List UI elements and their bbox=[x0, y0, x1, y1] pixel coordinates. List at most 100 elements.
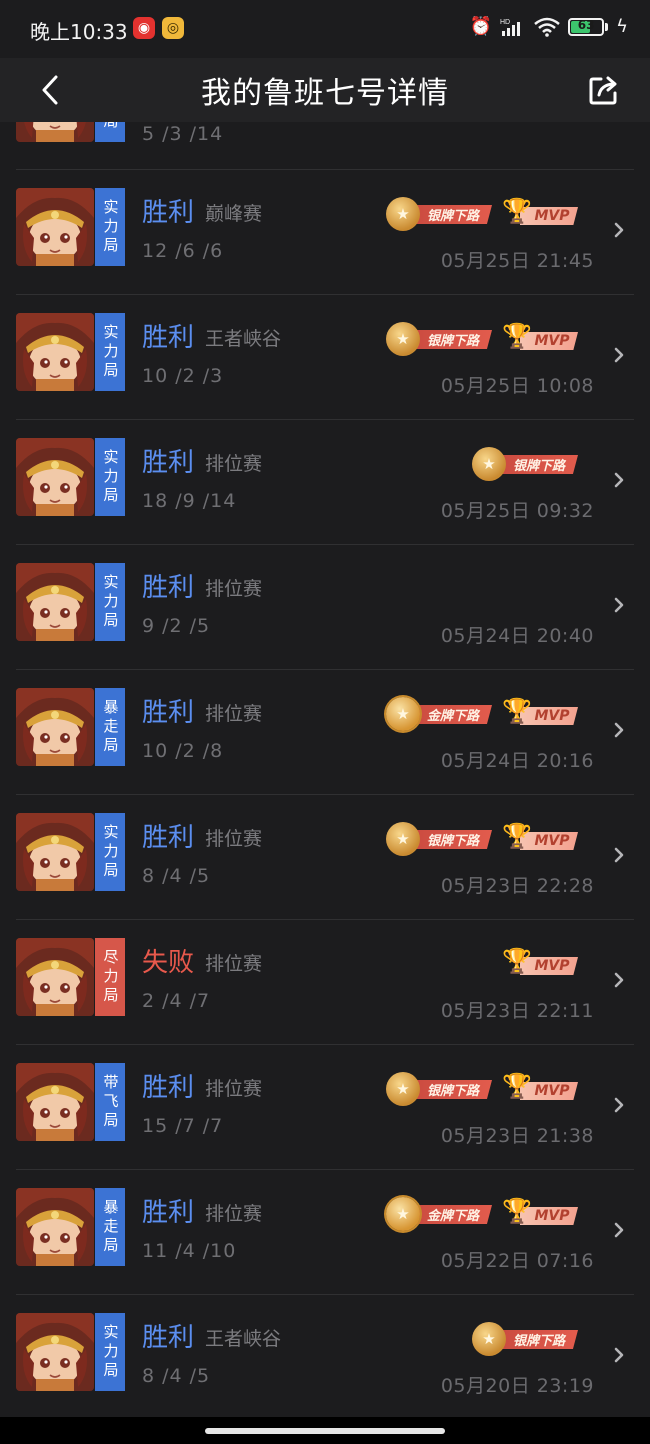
game-type: 排位赛 bbox=[205, 828, 263, 850]
match-row-0[interactable]: 实力局 5 /3 /14 05月25日 22:09 bbox=[16, 122, 634, 170]
medal-label: 银牌下路 bbox=[494, 1330, 578, 1349]
mvp-badge: 🏆 MVP bbox=[502, 322, 580, 353]
alarm-icon: ⏰ bbox=[469, 16, 493, 37]
gesture-bar bbox=[0, 1417, 650, 1444]
match-list[interactable]: 实力局 5 /3 /14 05月25日 22:09 bbox=[0, 122, 650, 1417]
game-type: 巅峰赛 bbox=[205, 203, 263, 225]
match-row-2[interactable]: 实力局 胜利 王者峡谷 10 /2 /3 ★ 银牌下路 🏆 MVP 05月25日 10… bbox=[16, 295, 634, 420]
medal-label: 银牌下路 bbox=[494, 455, 578, 474]
match-time: 05月23日 22:28 bbox=[440, 875, 594, 897]
mvp-badge: 🏆 MVP bbox=[502, 1197, 580, 1228]
match-row-8[interactable]: 带飞局 胜利 排位赛 15 /7 /7 ★ 银牌下路 🏆 MVP 05月23日 21:… bbox=[16, 1045, 634, 1170]
hero-avatar bbox=[16, 688, 94, 766]
hero-avatar bbox=[16, 563, 94, 641]
signal-icon: HD bbox=[500, 19, 521, 36]
hero-avatar bbox=[16, 1063, 94, 1141]
medal-label: 银牌下路 bbox=[408, 205, 492, 224]
app-root: 晚上10:33 ◉ ◎ ⏰ HD 63 ϟ 我的鲁班七号详情 5 /3 /14 … bbox=[0, 0, 650, 1444]
match-result: 胜利 bbox=[142, 1323, 195, 1353]
medal-label: 银牌下路 bbox=[408, 830, 492, 849]
match-result: 胜利 bbox=[142, 1073, 195, 1103]
match-row-9[interactable]: 暴走局 胜利 排位赛 11 /4 /10 ★ 金牌下路 🏆 MVP 05月22日 07… bbox=[16, 1170, 634, 1295]
chevron-right-icon bbox=[614, 722, 624, 738]
mode-tag: 实力局 bbox=[95, 313, 125, 391]
chevron-right-icon bbox=[614, 972, 624, 988]
hero-portrait-icon bbox=[16, 563, 94, 641]
chevron-right-icon bbox=[614, 1097, 624, 1113]
back-button[interactable] bbox=[30, 68, 70, 112]
mvp-badge: 🏆 MVP bbox=[502, 197, 580, 228]
lane-medal-badge: ★ 金牌下路 bbox=[386, 697, 494, 731]
mode-tag: 实力局 bbox=[95, 813, 125, 891]
chevron-right-icon bbox=[614, 847, 624, 863]
match-list-content: 实力局 5 /3 /14 05月25日 22:09 bbox=[0, 122, 650, 1417]
kda-score: 8 /4 /5 bbox=[142, 1365, 211, 1387]
match-result: 胜利 bbox=[142, 573, 195, 603]
kda-score: 9 /2 /5 bbox=[142, 615, 211, 637]
trophy-icon: 🏆 bbox=[502, 322, 532, 350]
kda-score: 10 /2 /8 bbox=[142, 740, 224, 762]
chevron-right-icon bbox=[614, 347, 624, 363]
chevron-right-icon bbox=[614, 1222, 624, 1238]
match-time: 05月25日 10:08 bbox=[440, 375, 594, 397]
battery-cap bbox=[605, 22, 609, 31]
kda-score: 5 /3 /14 bbox=[142, 123, 224, 145]
lane-medal-badge: ★ 金牌下路 bbox=[386, 1197, 494, 1231]
match-time: 05月24日 20:40 bbox=[440, 625, 594, 647]
mode-tag: 暴走局 bbox=[95, 1188, 125, 1266]
medal-star-icon: ★ bbox=[386, 1197, 420, 1231]
share-button[interactable] bbox=[584, 70, 624, 110]
kda-score: 8 /4 /5 bbox=[142, 865, 211, 887]
trophy-icon: 🏆 bbox=[502, 947, 532, 975]
chevron-right-icon bbox=[614, 1347, 624, 1363]
game-type: 王者峡谷 bbox=[205, 1328, 282, 1350]
lane-medal-badge: ★ 银牌下路 bbox=[386, 1072, 494, 1106]
chevron-left-icon bbox=[42, 75, 58, 105]
match-result: 胜利 bbox=[142, 323, 195, 353]
hero-portrait-icon bbox=[16, 122, 94, 142]
medal-star-icon: ★ bbox=[386, 322, 420, 356]
hero-avatar bbox=[16, 313, 94, 391]
game-type: 王者峡谷 bbox=[205, 328, 282, 350]
badge-group: ★ 银牌下路 bbox=[472, 447, 580, 481]
hero-avatar bbox=[16, 938, 94, 1016]
match-row-4[interactable]: 实力局 胜利 排位赛 9 /2 /5 05月24日 20:40 bbox=[16, 545, 634, 670]
kda-score: 18 /9 /14 bbox=[142, 490, 237, 512]
hero-avatar bbox=[16, 438, 94, 516]
match-row-10[interactable]: 实力局 胜利 王者峡谷 8 /4 /5 ★ 银牌下路 05月20日 23:19 bbox=[16, 1295, 634, 1417]
chevron-right-icon bbox=[614, 472, 624, 488]
lane-medal-badge: ★ 银牌下路 bbox=[472, 447, 580, 481]
kda-score: 15 /7 /7 bbox=[142, 1115, 224, 1137]
share-icon bbox=[589, 76, 617, 105]
lane-medal-badge: ★ 银牌下路 bbox=[386, 322, 494, 356]
status-icons: ⏰ HD 63 ϟ bbox=[470, 16, 628, 37]
game-type: 排位赛 bbox=[205, 1078, 263, 1100]
kda-score: 10 /2 /3 bbox=[142, 365, 224, 387]
match-time: 05月25日 22:09 bbox=[441, 122, 594, 123]
hero-avatar bbox=[16, 188, 94, 266]
chevron-right-icon bbox=[614, 597, 624, 613]
hero-avatar bbox=[16, 813, 94, 891]
badge-group: ★ 金牌下路 🏆 MVP bbox=[386, 697, 580, 731]
match-row-5[interactable]: 暴走局 胜利 排位赛 10 /2 /8 ★ 金牌下路 🏆 MVP 05月24日 20:… bbox=[16, 670, 634, 795]
game-type: 排位赛 bbox=[205, 1203, 263, 1225]
mvp-badge: 🏆 MVP bbox=[502, 1072, 580, 1103]
hero-avatar bbox=[16, 1313, 94, 1391]
home-indicator[interactable] bbox=[205, 1428, 445, 1434]
mode-tag: 实力局 bbox=[95, 563, 125, 641]
mode-tag: 实力局 bbox=[95, 188, 125, 266]
match-time: 05月25日 09:32 bbox=[440, 500, 594, 522]
match-result: 胜利 bbox=[142, 1198, 195, 1228]
match-row-3[interactable]: 实力局 胜利 排位赛 18 /9 /14 ★ 银牌下路 05月25日 09:32 bbox=[16, 420, 634, 545]
battery-icon: 63 bbox=[568, 17, 605, 36]
mode-tag: 带飞局 bbox=[95, 1063, 125, 1141]
medal-star-icon: ★ bbox=[386, 1072, 420, 1106]
match-row-6[interactable]: 实力局 胜利 排位赛 8 /4 /5 ★ 银牌下路 🏆 MVP 05月23日 22:2… bbox=[16, 795, 634, 920]
trophy-icon: 🏆 bbox=[502, 1072, 532, 1100]
match-row-7[interactable]: 尽力局 失败 排位赛 2 /4 /7 🏆 MVP 05月23日 22:11 bbox=[16, 920, 634, 1045]
match-row-1[interactable]: 实力局 胜利 巅峰赛 12 /6 /6 ★ 银牌下路 🏆 MVP 05月25日 21:… bbox=[16, 170, 634, 295]
match-time: 05月23日 21:38 bbox=[440, 1125, 594, 1147]
medal-star-icon: ★ bbox=[472, 1322, 506, 1356]
hero-portrait-icon bbox=[16, 938, 94, 1016]
badge-group: ★ 银牌下路 🏆 MVP bbox=[386, 1072, 580, 1106]
